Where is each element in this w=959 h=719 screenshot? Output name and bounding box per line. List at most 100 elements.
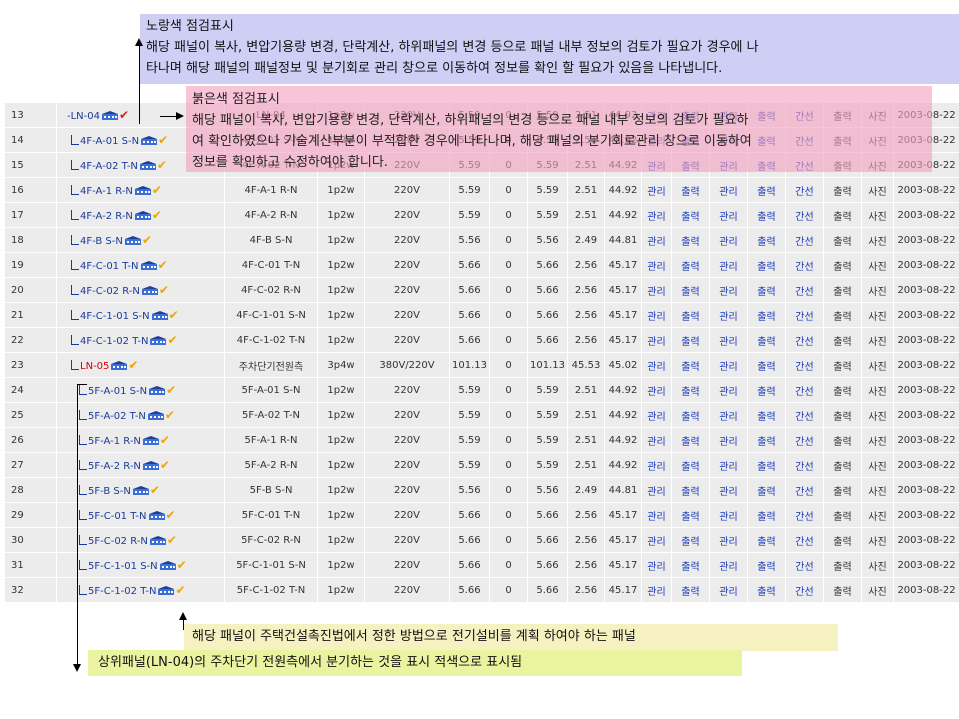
print-link[interactable]: 출력 <box>747 202 786 228</box>
panel-name-cell[interactable]: 4F-A-2 R-N ✔ <box>56 202 225 228</box>
print-link[interactable]: 출력 <box>747 502 786 528</box>
print-link[interactable]: 출력 <box>671 252 710 278</box>
check-icon[interactable]: ✔ <box>152 183 162 197</box>
feeder-link[interactable]: 간선 <box>785 227 824 253</box>
manage-link[interactable]: 관리 <box>709 452 748 478</box>
panel-name-cell[interactable]: 4F-A-1 R-N ✔ <box>56 177 225 203</box>
panel-name-cell[interactable]: 5F-C-01 T-N ✔ <box>56 502 225 528</box>
print-link[interactable]: 출력 <box>747 227 786 253</box>
check-icon[interactable]: ✔ <box>167 533 177 547</box>
check-icon[interactable]: ✔ <box>157 158 167 172</box>
print-link[interactable]: 출력 <box>671 477 710 503</box>
house-icon[interactable] <box>140 261 157 270</box>
feeder-link[interactable]: 간선 <box>785 327 824 353</box>
print-link[interactable]: 출력 <box>671 552 710 578</box>
manage-link[interactable]: 관리 <box>641 277 672 303</box>
manage-link[interactable]: 관리 <box>709 252 748 278</box>
check-icon[interactable]: ✔ <box>175 583 185 597</box>
manage-link[interactable]: 관리 <box>709 177 748 203</box>
house-icon[interactable] <box>150 336 167 345</box>
manage-link[interactable]: 관리 <box>709 377 748 403</box>
check-icon[interactable]: ✔ <box>166 383 176 397</box>
feeder-link[interactable]: 간선 <box>785 177 824 203</box>
panel-name-cell[interactable]: 5F-B S-N ✔ <box>56 477 225 503</box>
feeder-link[interactable]: 간선 <box>785 427 824 453</box>
panel-name-link[interactable]: 4F-A-01 S-N <box>80 136 139 147</box>
house-icon[interactable] <box>139 161 156 170</box>
print-link[interactable]: 출력 <box>671 452 710 478</box>
manage-link[interactable]: 관리 <box>709 527 748 553</box>
manage-link[interactable]: 관리 <box>641 252 672 278</box>
house-icon[interactable] <box>124 236 141 245</box>
print-link[interactable]: 출력 <box>747 527 786 553</box>
house-icon[interactable] <box>142 461 159 470</box>
feeder-link[interactable]: 간선 <box>785 502 824 528</box>
print-link[interactable]: 출력 <box>671 177 710 203</box>
print-link[interactable]: 출력 <box>671 577 710 603</box>
print-link[interactable]: 출력 <box>747 577 786 603</box>
print-link[interactable]: 출력 <box>671 527 710 553</box>
panel-name-link[interactable]: 5F-C-1-01 S-N <box>88 561 158 572</box>
print-link[interactable]: 출력 <box>747 377 786 403</box>
manage-link[interactable]: 관리 <box>709 277 748 303</box>
check-icon[interactable]: ✔ <box>177 558 187 572</box>
feeder-link[interactable]: 간선 <box>785 352 824 378</box>
panel-name-cell[interactable]: 4F-C-1-02 T-N ✔ <box>56 327 225 353</box>
print-link[interactable]: 출력 <box>671 377 710 403</box>
house-icon[interactable] <box>147 411 164 420</box>
feeder-link[interactable]: 간선 <box>785 527 824 553</box>
manage-link[interactable]: 관리 <box>641 577 672 603</box>
print-link[interactable]: 출력 <box>671 327 710 353</box>
print-link[interactable]: 출력 <box>747 477 786 503</box>
panel-name-cell[interactable]: 5F-A-01 S-N ✔ <box>56 377 225 403</box>
check-icon[interactable]: ✔ <box>142 233 152 247</box>
house-icon[interactable] <box>142 436 159 445</box>
panel-name-cell[interactable]: 5F-A-2 R-N ✔ <box>56 452 225 478</box>
panel-name-cell[interactable]: 5F-C-02 R-N ✔ <box>56 527 225 553</box>
manage-link[interactable]: 관리 <box>709 502 748 528</box>
panel-name-link[interactable]: 5F-C-02 R-N <box>88 536 148 547</box>
panel-name-cell[interactable]: 5F-C-1-01 S-N ✔ <box>56 552 225 578</box>
feeder-link[interactable]: 간선 <box>785 577 824 603</box>
print-link[interactable]: 출력 <box>747 452 786 478</box>
check-icon[interactable]: ✔ <box>119 108 129 122</box>
feeder-link[interactable]: 간선 <box>785 452 824 478</box>
manage-link[interactable]: 관리 <box>641 377 672 403</box>
print-link[interactable]: 출력 <box>671 202 710 228</box>
manage-link[interactable]: 관리 <box>709 427 748 453</box>
print-link[interactable]: 출력 <box>671 302 710 328</box>
manage-link[interactable]: 관리 <box>709 552 748 578</box>
panel-name-link[interactable]: 4F-A-2 R-N <box>80 211 133 222</box>
check-icon[interactable]: ✔ <box>150 483 160 497</box>
house-icon[interactable] <box>148 511 165 520</box>
feeder-link[interactable]: 간선 <box>785 402 824 428</box>
print-link[interactable]: 출력 <box>747 327 786 353</box>
house-icon[interactable] <box>134 186 151 195</box>
manage-link[interactable]: 관리 <box>641 502 672 528</box>
check-icon[interactable]: ✔ <box>158 133 168 147</box>
print-link[interactable]: 출력 <box>671 427 710 453</box>
manage-link[interactable]: 관리 <box>641 352 672 378</box>
feeder-link[interactable]: 간선 <box>785 377 824 403</box>
feeder-link[interactable]: 간선 <box>785 277 824 303</box>
manage-link[interactable]: 관리 <box>641 402 672 428</box>
panel-name-link[interactable]: 4F-C-01 T-N <box>80 261 139 272</box>
manage-link[interactable]: 관리 <box>641 327 672 353</box>
check-icon[interactable]: ✔ <box>167 333 177 347</box>
house-icon[interactable] <box>141 136 158 145</box>
manage-link[interactable]: 관리 <box>709 302 748 328</box>
manage-link[interactable]: 관리 <box>709 227 748 253</box>
panel-name-link[interactable]: 4F-C-02 R-N <box>80 286 140 297</box>
panel-name-cell[interactable]: 4F-C-02 R-N ✔ <box>56 277 225 303</box>
print-link[interactable]: 출력 <box>747 427 786 453</box>
check-icon[interactable]: ✔ <box>159 283 169 297</box>
manage-link[interactable]: 관리 <box>641 302 672 328</box>
manage-link[interactable]: 관리 <box>641 552 672 578</box>
panel-name-link[interactable]: 4F-A-1 R-N <box>80 186 133 197</box>
manage-link[interactable]: 관리 <box>709 577 748 603</box>
house-icon[interactable] <box>132 486 149 495</box>
check-icon[interactable]: ✔ <box>152 208 162 222</box>
panel-name-link[interactable]: 4F-A-02 T-N <box>80 161 138 172</box>
panel-name-link[interactable]: 5F-C-1-02 T-N <box>88 586 156 597</box>
house-icon[interactable] <box>141 286 158 295</box>
